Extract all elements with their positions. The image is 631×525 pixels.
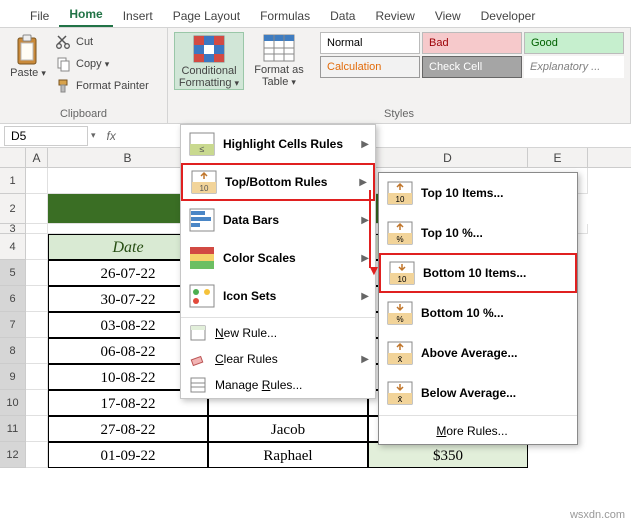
manage-rules-icon [189, 376, 207, 394]
svg-text:≤: ≤ [200, 144, 205, 154]
table-cell[interactable]: 01-09-22 [48, 442, 208, 468]
bottom-items-icon: 10 [389, 261, 415, 285]
cut-button[interactable]: Cut [54, 32, 151, 52]
format-painter-button[interactable]: Format Painter [54, 76, 151, 96]
namebox-dropdown-icon[interactable]: ▾ [88, 130, 99, 141]
tab-page-layout[interactable]: Page Layout [163, 4, 250, 27]
menu-bottom-10-percent[interactable]: % Bottom 10 %... [379, 293, 577, 333]
table-icon [263, 34, 295, 62]
tab-formulas[interactable]: Formulas [250, 4, 320, 27]
menu-top-bottom-rules[interactable]: 10 Top/Bottom Rules▶ [181, 163, 375, 201]
cf-grid-icon [193, 35, 225, 63]
tab-data[interactable]: Data [320, 4, 365, 27]
icon-sets-icon [189, 284, 215, 308]
row-hdr-12[interactable]: 12 [0, 442, 26, 468]
paintbrush-icon [56, 78, 72, 94]
table-cell[interactable]: Raphael [208, 442, 368, 468]
row-hdr-3[interactable]: 3 [0, 224, 26, 234]
row-hdr-9[interactable]: 9 [0, 364, 26, 390]
top-items-icon: 10 [387, 181, 413, 205]
copy-icon [56, 56, 72, 72]
conditional-formatting-button[interactable]: Conditional Formatting ▾ [174, 32, 244, 90]
top-percent-icon: % [387, 221, 413, 245]
style-bad[interactable]: Bad [422, 32, 522, 54]
menu-above-average[interactable]: x̄ Above Average... [379, 333, 577, 373]
svg-text:10: 10 [200, 184, 209, 193]
tab-home[interactable]: Home [59, 2, 112, 27]
row-hdr-8[interactable]: 8 [0, 338, 26, 364]
menu-top-10-percent[interactable]: % Top 10 %... [379, 213, 577, 253]
row-hdr-2[interactable]: 2 [0, 194, 26, 224]
row-hdr-1[interactable]: 1 [0, 168, 26, 194]
svg-text:10: 10 [398, 275, 407, 284]
copy-button[interactable]: Copy ▾ [54, 54, 151, 74]
new-rule-icon [189, 324, 207, 342]
style-explanatory[interactable]: Explanatory ... [524, 56, 624, 78]
conditional-formatting-menu: ≤ Highlight Cells Rules▶ 10 Top/Bottom R… [180, 124, 376, 399]
scissors-icon [56, 34, 72, 50]
highlight-cells-icon: ≤ [189, 132, 215, 156]
group-clipboard: Paste ▾ Cut Copy ▾ Format Painter Clipbo… [0, 28, 168, 123]
above-avg-icon: x̄ [387, 341, 413, 365]
ribbon: Paste ▾ Cut Copy ▾ Format Painter Clipbo… [0, 28, 631, 124]
style-normal[interactable]: Normal [320, 32, 420, 54]
svg-text:x̄: x̄ [398, 354, 403, 364]
paste-button[interactable]: Paste ▾ [6, 32, 50, 79]
col-e[interactable]: E [528, 148, 588, 167]
format-as-table-button[interactable]: Format as Table ▾ [244, 32, 314, 88]
menu-below-average[interactable]: x̄ Below Average... [379, 373, 577, 413]
menu-data-bars[interactable]: Data Bars▶ [181, 201, 375, 239]
table-cell[interactable]: Jacob [208, 416, 368, 442]
svg-text:10: 10 [396, 195, 405, 204]
col-d[interactable]: D [368, 148, 528, 167]
bottom-percent-icon: % [387, 301, 413, 325]
paste-label: Paste ▾ [10, 67, 46, 79]
tab-file[interactable]: File [20, 4, 59, 27]
top-bottom-submenu: 10 Top 10 Items... % Top 10 %... 10 Bott… [378, 172, 578, 445]
tab-insert[interactable]: Insert [113, 4, 163, 27]
name-box[interactable] [4, 126, 88, 146]
select-all-corner[interactable] [0, 148, 26, 167]
svg-text:%: % [396, 315, 403, 324]
data-bars-icon [189, 208, 215, 232]
menu-bottom-10-items[interactable]: 10 Bottom 10 Items... [379, 253, 577, 293]
top-bottom-icon: 10 [191, 170, 217, 194]
menu-top-10-items[interactable]: 10 Top 10 Items... [379, 173, 577, 213]
group-styles-label: Styles [168, 106, 630, 123]
eraser-icon [189, 350, 207, 368]
watermark: wsxdn.com [570, 509, 625, 521]
menu-new-rule[interactable]: New Rule... [181, 320, 375, 346]
svg-text:x̄: x̄ [398, 394, 403, 404]
row-hdr-7[interactable]: 7 [0, 312, 26, 338]
row-hdr-11[interactable]: 11 [0, 416, 26, 442]
menu-manage-rules[interactable]: Manage Rules... [181, 372, 375, 398]
style-good[interactable]: Good [524, 32, 624, 54]
tab-developer[interactable]: Developer [471, 4, 546, 27]
tab-review[interactable]: Review [365, 4, 424, 27]
clipboard-icon [14, 34, 42, 66]
row-hdr-5[interactable]: 5 [0, 260, 26, 286]
below-avg-icon: x̄ [387, 381, 413, 405]
tab-view[interactable]: View [425, 4, 471, 27]
color-scales-icon [189, 246, 215, 270]
style-calculation[interactable]: Calculation [320, 56, 420, 78]
cell-styles-gallery[interactable]: Normal Bad Calculation Check Cell [320, 32, 522, 78]
fx-icon[interactable]: fx [99, 129, 124, 143]
table-cell[interactable]: 27-08-22 [48, 416, 208, 442]
ribbon-tabs: File Home Insert Page Layout Formulas Da… [0, 0, 631, 28]
group-styles: Conditional Formatting ▾ Format as Table… [168, 28, 631, 123]
menu-color-scales[interactable]: Color Scales▶ [181, 239, 375, 277]
group-clipboard-label: Clipboard [0, 106, 167, 123]
col-a[interactable]: A [26, 148, 48, 167]
row-hdr-6[interactable]: 6 [0, 286, 26, 312]
row-hdr-4[interactable]: 4 [0, 234, 26, 260]
menu-more-rules[interactable]: More Rules... [379, 418, 577, 444]
menu-icon-sets[interactable]: Icon Sets▶ [181, 277, 375, 315]
row-hdr-10[interactable]: 10 [0, 390, 26, 416]
svg-text:%: % [396, 235, 403, 244]
menu-highlight-cells-rules[interactable]: ≤ Highlight Cells Rules▶ [181, 125, 375, 163]
style-check-cell[interactable]: Check Cell [422, 56, 522, 78]
table-cell[interactable]: $350 [368, 442, 528, 468]
menu-clear-rules[interactable]: Clear Rules▶ [181, 346, 375, 372]
